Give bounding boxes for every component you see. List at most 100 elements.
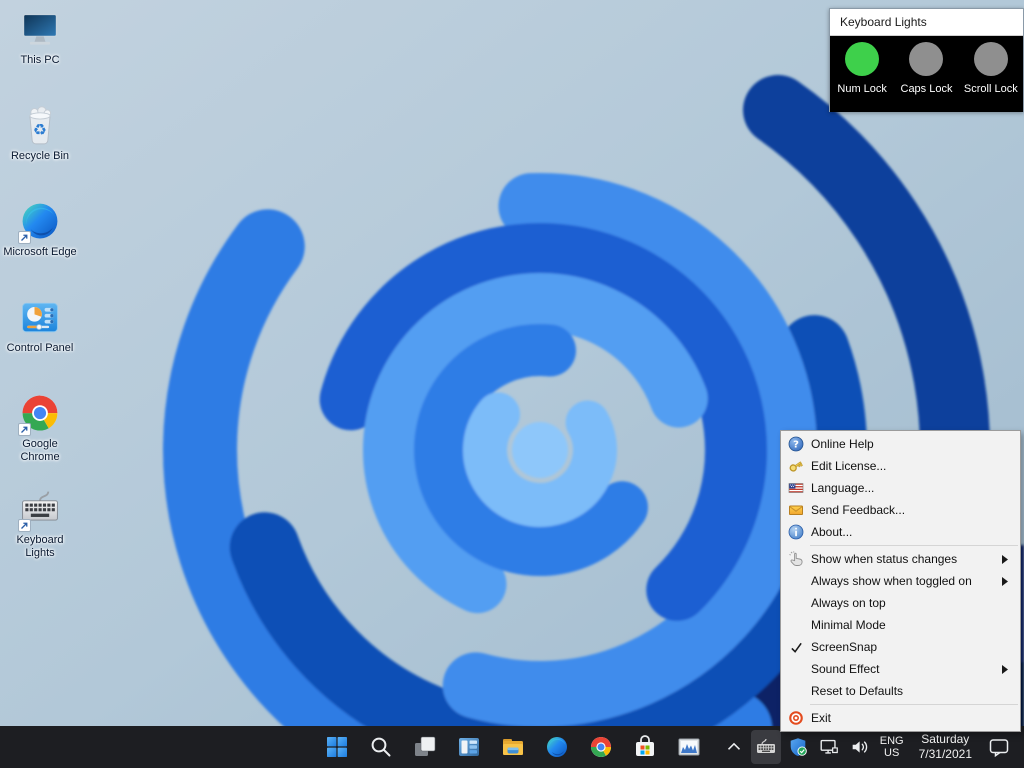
desktop-icon-keyboard-lights[interactable]: Keyboard Lights (2, 488, 78, 584)
caps-lock-indicator: Caps Lock (894, 36, 958, 112)
checkmark-icon (781, 641, 811, 654)
tray-security-icon[interactable] (784, 730, 812, 764)
desktop-icon-label: Microsoft Edge (3, 246, 76, 259)
desktop-icon-column: This PC ♻ Recycle Bin Microsoft Edge (2, 8, 78, 584)
menu-item-language[interactable]: Language... (781, 477, 1020, 499)
tray-keyboard-lights-icon[interactable] (751, 730, 781, 764)
menu-item-screensnap[interactable]: ScreenSnap (781, 636, 1020, 658)
keyboard-icon (754, 735, 778, 759)
num-lock-indicator: Num Lock (830, 36, 894, 112)
menu-item-about[interactable]: About... (781, 521, 1020, 543)
widgets-icon (457, 735, 481, 759)
shortcut-arrow-icon (18, 519, 31, 532)
desktop-icon-label: Recycle Bin (11, 150, 69, 163)
scroll-lock-label: Scroll Lock (964, 83, 1018, 95)
info-icon (781, 524, 811, 540)
notification-bubble-icon (987, 735, 1011, 759)
menu-item-send-feedback[interactable]: Send Feedback... (781, 499, 1020, 521)
microsoft-store-icon (633, 735, 657, 759)
shortcut-arrow-icon (18, 231, 31, 244)
chrome-button[interactable] (579, 726, 623, 768)
desktop-icon-label: Keyboard Lights (3, 534, 77, 560)
menu-item-exit[interactable]: Exit (781, 707, 1020, 729)
keyboard-lights-titlebar[interactable]: Keyboard Lights (830, 9, 1023, 36)
num-lock-label: Num Lock (837, 83, 887, 95)
tray-language-indicator[interactable]: ENG US (877, 730, 907, 764)
desktop-icon-recycle-bin[interactable]: ♻ Recycle Bin (2, 104, 78, 200)
clock-date: 7/31/2021 (919, 747, 972, 762)
edge-icon (545, 735, 569, 759)
menu-item-reset-to-defaults[interactable]: Reset to Defaults (781, 680, 1020, 702)
tray-context-menu: ? Online Help Edit License... Language..… (780, 430, 1021, 732)
hand-pointer-icon (781, 551, 811, 567)
search-button[interactable] (359, 726, 403, 768)
start-button[interactable] (315, 726, 359, 768)
desktop-icon-label: Control Panel (7, 342, 74, 355)
key-icon (781, 458, 811, 474)
speaker-icon (849, 736, 871, 758)
chevron-up-icon (723, 736, 745, 758)
taskbar-tray: ENG US Saturday 7/31/2021 (720, 726, 1024, 768)
menu-item-sound-effect[interactable]: Sound Effect (781, 658, 1020, 680)
desktop-icon-label: This PC (20, 54, 59, 67)
taskbar: ENG US Saturday 7/31/2021 (0, 726, 1024, 768)
menu-item-always-on-top[interactable]: Always on top (781, 592, 1020, 614)
shortcut-arrow-icon (18, 423, 31, 436)
submenu-arrow-icon (1002, 577, 1020, 586)
file-explorer-button[interactable] (491, 726, 535, 768)
keyboard-icon (18, 488, 62, 532)
task-view-button[interactable] (403, 726, 447, 768)
keyboard-lights-body: Num Lock Caps Lock Scroll Lock (830, 36, 1023, 112)
widgets-button[interactable] (447, 726, 491, 768)
keyboard-lights-title: Keyboard Lights (840, 15, 927, 29)
chrome-icon (18, 392, 62, 436)
taskbar-center-buttons (315, 726, 711, 768)
desktop-icon-control-panel[interactable]: Control Panel (2, 296, 78, 392)
desktop-icon-microsoft-edge[interactable]: Microsoft Edge (2, 200, 78, 296)
this-pc-icon (18, 8, 62, 52)
chrome-icon (589, 735, 613, 759)
task-manager-button[interactable] (667, 726, 711, 768)
menu-item-minimal-mode[interactable]: Minimal Mode (781, 614, 1020, 636)
help-icon: ? (781, 436, 811, 452)
clock-day: Saturday (919, 732, 972, 747)
windows-logo-icon (325, 735, 349, 759)
tray-network-icon[interactable] (815, 730, 843, 764)
svg-text:?: ? (793, 440, 799, 451)
menu-item-online-help[interactable]: ? Online Help (781, 433, 1020, 455)
windows-security-shield-icon (787, 736, 809, 758)
tray-clock[interactable]: Saturday 7/31/2021 (910, 730, 981, 764)
submenu-arrow-icon (1002, 555, 1020, 564)
svg-text:♻: ♻ (33, 121, 47, 139)
flag-icon (781, 480, 811, 496)
notification-center-button[interactable] (984, 730, 1014, 764)
desktop-icon-label: Google Chrome (3, 438, 77, 464)
keyboard-lights-window: Keyboard Lights Num Lock Caps Lock Scrol… (829, 8, 1024, 112)
tray-overflow-chevron[interactable] (720, 730, 748, 764)
file-explorer-icon (501, 735, 525, 759)
desktop-icon-google-chrome[interactable]: Google Chrome (2, 392, 78, 488)
caps-lock-light-icon (909, 42, 943, 76)
submenu-arrow-icon (1002, 665, 1020, 674)
edge-button[interactable] (535, 726, 579, 768)
task-manager-icon (677, 735, 701, 759)
menu-item-edit-license[interactable]: Edit License... (781, 455, 1020, 477)
microsoft-store-button[interactable] (623, 726, 667, 768)
menu-item-always-show-when-toggled-on[interactable]: Always show when toggled on (781, 570, 1020, 592)
tray-volume-icon[interactable] (846, 730, 874, 764)
recycle-bin-icon: ♻ (18, 104, 62, 148)
task-view-icon (413, 735, 437, 759)
scroll-lock-light-icon (974, 42, 1008, 76)
num-lock-light-icon (845, 42, 879, 76)
menu-separator (810, 704, 1018, 705)
menu-separator (810, 545, 1018, 546)
desktop-icon-this-pc[interactable]: This PC (2, 8, 78, 104)
control-panel-icon (18, 296, 62, 340)
envelope-icon (781, 502, 811, 518)
language-line1: ENG (880, 735, 904, 747)
menu-item-show-when-status-changes[interactable]: Show when status changes (781, 548, 1020, 570)
edge-icon (18, 200, 62, 244)
scroll-lock-indicator: Scroll Lock (959, 36, 1023, 112)
network-icon (818, 736, 840, 758)
search-icon (369, 735, 393, 759)
